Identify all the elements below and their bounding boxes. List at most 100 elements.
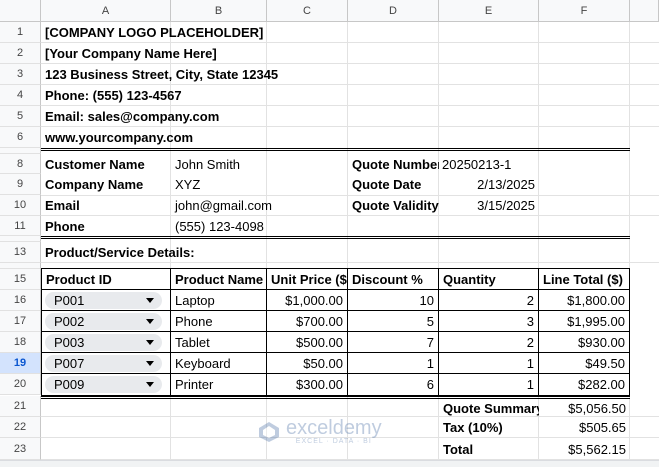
quote-number-value[interactable]: 20250213-1 <box>439 154 549 174</box>
product-id-dropdown[interactable]: P009 <box>45 376 162 393</box>
chevron-down-icon[interactable] <box>146 298 154 303</box>
row-header-19[interactable]: 19 <box>0 353 41 374</box>
company-name[interactable]: [Your Company Name Here] <box>41 43 441 64</box>
row-header-16[interactable]: 16 <box>0 290 41 311</box>
customer-name-value[interactable]: John Smith <box>171 154 347 174</box>
column-header-f[interactable]: F <box>539 0 630 22</box>
row-header-20[interactable]: 20 <box>0 374 41 395</box>
discount-cell[interactable]: 1 <box>348 353 438 373</box>
unit-price-cell[interactable]: $500.00 <box>267 332 347 352</box>
product-id-value: P003 <box>54 335 85 350</box>
product-id-dropdown[interactable]: P003 <box>45 334 162 351</box>
product-id-dropdown[interactable]: P002 <box>45 313 162 330</box>
unit-price-cell[interactable]: $50.00 <box>267 353 347 373</box>
company-address[interactable]: 123 Business Street, City, State 12345 <box>41 64 441 85</box>
row-header-18[interactable]: 18 <box>0 332 41 353</box>
row-header-9[interactable]: 9 <box>0 174 41 195</box>
chevron-down-icon[interactable] <box>146 361 154 366</box>
row-header-5[interactable]: 5 <box>0 106 41 127</box>
line-total-cell[interactable]: $49.50 <box>539 353 629 373</box>
customer-phone-value[interactable]: (555) 123-4098 <box>171 216 347 236</box>
product-id-dropdown[interactable]: P001 <box>45 292 162 309</box>
total-label[interactable]: Total <box>439 438 539 460</box>
quantity-cell[interactable]: 1 <box>439 353 538 373</box>
separator-line <box>41 236 630 239</box>
header-quantity[interactable]: Quantity <box>439 269 538 289</box>
quote-validity-label[interactable]: Quote Validity <box>348 195 439 216</box>
company-name-label[interactable]: Company Name <box>41 174 171 195</box>
column-header-b[interactable]: B <box>171 0 267 22</box>
discount-cell[interactable]: 6 <box>348 374 438 395</box>
customer-email-label[interactable]: Email <box>41 195 171 216</box>
header-discount[interactable]: Discount % <box>348 269 438 289</box>
row-header-21[interactable]: 21 <box>0 396 41 417</box>
unit-price-cell[interactable]: $700.00 <box>267 311 347 331</box>
product-name-cell[interactable]: Printer <box>171 374 266 395</box>
column-header-g[interactable] <box>630 0 659 22</box>
company-website[interactable]: www.yourcompany.com <box>41 127 441 148</box>
quote-summary-value[interactable]: $5,056.50 <box>539 399 630 417</box>
select-all-corner[interactable] <box>0 0 41 22</box>
row-header-8[interactable]: 8 <box>0 154 41 174</box>
watermark-name: exceldemy <box>286 417 382 439</box>
row-header-6[interactable]: 6 <box>0 127 41 148</box>
customer-email-value[interactable]: john@gmail.com <box>171 195 347 216</box>
tax-label[interactable]: Tax (10%) <box>439 417 539 438</box>
row-header-1[interactable]: 1 <box>0 22 41 43</box>
row-header-15[interactable]: 15 <box>0 269 41 290</box>
product-name-cell[interactable]: Tablet <box>171 332 266 352</box>
quote-date-label[interactable]: Quote Date <box>348 174 439 195</box>
customer-phone-label[interactable]: Phone <box>41 216 171 236</box>
line-total-cell[interactable]: $1,800.00 <box>539 290 629 310</box>
company-phone[interactable]: Phone: (555) 123-4567 <box>41 85 441 106</box>
row-header-17[interactable]: 17 <box>0 311 41 332</box>
quote-summary-label[interactable]: Quote Summary <box>439 399 539 417</box>
header-product-name[interactable]: Product Name <box>171 269 266 289</box>
column-header-a[interactable]: A <box>41 0 171 22</box>
chevron-down-icon[interactable] <box>146 382 154 387</box>
company-email[interactable]: Email: sales@company.com <box>41 106 441 127</box>
product-name-cell[interactable]: Keyboard <box>171 353 266 373</box>
row-header-3[interactable]: 3 <box>0 64 41 85</box>
unit-price-cell[interactable]: $300.00 <box>267 374 347 395</box>
discount-cell[interactable]: 5 <box>348 311 438 331</box>
line-total-cell[interactable]: $1,995.00 <box>539 311 629 331</box>
header-unit-price[interactable]: Unit Price ($) <box>267 269 347 289</box>
quote-number-label[interactable]: Quote Number <box>348 154 439 174</box>
line-total-cell[interactable]: $282.00 <box>539 374 629 395</box>
discount-cell[interactable]: 7 <box>348 332 438 352</box>
quote-validity-value[interactable]: 3/15/2025 <box>439 195 539 216</box>
company-name-value[interactable]: XYZ <box>171 174 347 195</box>
row-header-23[interactable]: 23 <box>0 438 41 460</box>
details-heading[interactable]: Product/Service Details: <box>41 242 341 263</box>
tax-value[interactable]: $505.65 <box>539 417 630 438</box>
header-line-total[interactable]: Line Total ($) <box>539 269 629 289</box>
company-logo-placeholder[interactable]: [COMPANY LOGO PLACEHOLDER] <box>41 22 441 43</box>
total-value[interactable]: $5,562.15 <box>539 438 630 460</box>
unit-price-cell[interactable]: $1,000.00 <box>267 290 347 310</box>
row-header-22[interactable]: 22 <box>0 417 41 438</box>
row-header-2[interactable]: 2 <box>0 43 41 64</box>
chevron-down-icon[interactable] <box>146 340 154 345</box>
row-header-4[interactable]: 4 <box>0 85 41 106</box>
quantity-cell[interactable]: 2 <box>439 332 538 352</box>
column-header-c[interactable]: C <box>267 0 348 22</box>
row-header-11[interactable]: 11 <box>0 216 41 236</box>
discount-cell[interactable]: 10 <box>348 290 438 310</box>
product-name-cell[interactable]: Phone <box>171 311 266 331</box>
row-header-13[interactable]: 13 <box>0 242 41 263</box>
line-total-cell[interactable]: $930.00 <box>539 332 629 352</box>
row-header-10[interactable]: 10 <box>0 195 41 216</box>
quote-date-value[interactable]: 2/13/2025 <box>439 174 539 195</box>
quantity-cell[interactable]: 1 <box>439 374 538 395</box>
column-header-d[interactable]: D <box>348 0 439 22</box>
header-product-id[interactable]: Product ID <box>42 269 170 289</box>
customer-name-label[interactable]: Customer Name <box>41 154 171 174</box>
product-id-dropdown[interactable]: P007 <box>45 355 162 372</box>
quantity-cell[interactable]: 3 <box>439 311 538 331</box>
product-name-cell[interactable]: Laptop <box>171 290 266 310</box>
chevron-down-icon[interactable] <box>146 319 154 324</box>
column-header-e[interactable]: E <box>439 0 539 22</box>
exceldemy-logo-icon <box>259 421 279 442</box>
quantity-cell[interactable]: 2 <box>439 290 538 310</box>
